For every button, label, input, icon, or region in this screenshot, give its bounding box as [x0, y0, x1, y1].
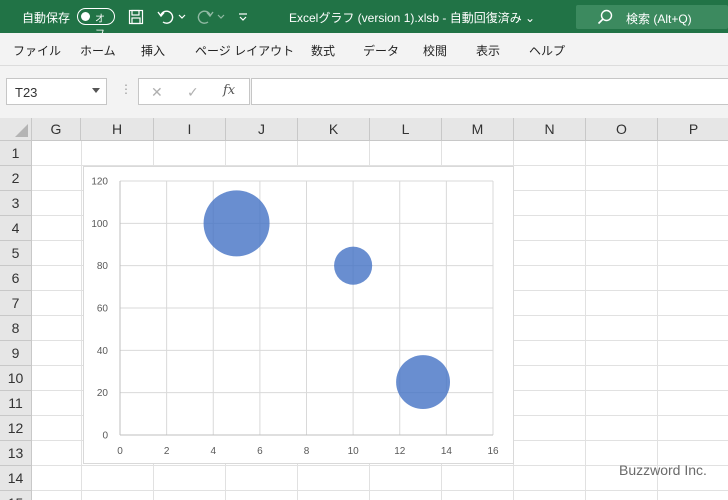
- row-header-9[interactable]: 9: [0, 341, 32, 366]
- tab-insert[interactable]: 挿入: [141, 42, 165, 59]
- select-all-button[interactable]: [0, 118, 32, 141]
- y-tick-label: 60: [97, 304, 109, 315]
- x-tick-label: 8: [304, 446, 310, 457]
- y-tick-label: 120: [91, 177, 108, 188]
- redo-button[interactable]: [194, 7, 216, 27]
- row-header-12[interactable]: 12: [0, 416, 32, 441]
- name-box-value: T23: [15, 85, 38, 100]
- autosave-toggle[interactable]: オフ: [77, 8, 115, 40]
- y-tick-label: 100: [91, 219, 108, 230]
- column-gridline: [657, 141, 658, 500]
- undo-button[interactable]: [155, 7, 177, 27]
- column-header-o[interactable]: O: [586, 118, 658, 141]
- x-tick-label: 14: [441, 446, 453, 457]
- search-icon: [597, 9, 613, 25]
- y-tick-label: 20: [97, 388, 109, 399]
- column-header-g[interactable]: G: [32, 118, 81, 141]
- row-header-13[interactable]: 13: [0, 441, 32, 466]
- column-header-i[interactable]: I: [154, 118, 226, 141]
- resize-handle-icon[interactable]: ⋮: [120, 82, 132, 96]
- row-header-2[interactable]: 2: [0, 166, 32, 191]
- toggle-knob: [81, 12, 90, 21]
- undo-icon: [157, 10, 174, 24]
- save-button[interactable]: [126, 7, 146, 27]
- row-header-7[interactable]: 7: [0, 291, 32, 316]
- bubble-chart-plot: 0 2 4 6 8 10 12 14 16 0 20 40 60 80 100 120: [91, 177, 499, 458]
- redo-icon: [197, 10, 214, 24]
- chevron-down-icon[interactable]: [92, 88, 100, 93]
- name-box[interactable]: T23: [6, 78, 107, 105]
- column-header-l[interactable]: L: [370, 118, 442, 141]
- tab-data[interactable]: データ: [363, 42, 399, 59]
- column-header-m[interactable]: M: [442, 118, 514, 141]
- row-header-8[interactable]: 8: [0, 316, 32, 341]
- column-header-h[interactable]: H: [81, 118, 154, 141]
- row-header-5[interactable]: 5: [0, 241, 32, 266]
- x-tick-label: 16: [487, 446, 499, 457]
- document-title[interactable]: Excelグラフ (version 1).xlsb - 自動回復済み ⌄: [289, 9, 535, 26]
- x-tick-label: 6: [257, 446, 263, 457]
- row-header-6[interactable]: 6: [0, 266, 32, 291]
- x-tick-label: 12: [394, 446, 406, 457]
- cancel-icon[interactable]: ✕: [151, 84, 163, 101]
- bubble-chart[interactable]: 0 2 4 6 8 10 12 14 16 0 20 40 60 80 100 120: [83, 166, 514, 464]
- x-tick-label: 2: [164, 446, 170, 457]
- redo-dropdown[interactable]: [216, 7, 226, 27]
- column-header-j[interactable]: J: [226, 118, 298, 141]
- row-header-3[interactable]: 3: [0, 191, 32, 216]
- watermark: Buzzword Inc.: [619, 462, 707, 478]
- column-header-k[interactable]: K: [298, 118, 370, 141]
- tab-home[interactable]: ホーム: [80, 42, 116, 59]
- search-box[interactable]: 検索 (Alt+Q): [576, 5, 728, 29]
- row-gridline: [32, 490, 728, 491]
- chevron-down-icon: [217, 14, 225, 19]
- row-header-11[interactable]: 11: [0, 391, 32, 416]
- row-header-4[interactable]: 4: [0, 216, 32, 241]
- chevron-down-icon: [178, 14, 186, 19]
- x-tick-label: 4: [210, 446, 216, 457]
- tab-page-layout[interactable]: ページ レイアウト: [195, 42, 294, 59]
- formula-input[interactable]: [251, 78, 728, 105]
- autosave-label: 自動保存: [22, 11, 71, 25]
- insert-function-icon[interactable]: fx: [223, 83, 235, 98]
- customize-quick-access-button[interactable]: [236, 7, 250, 27]
- ribbon-menu: ファイル ホーム 挿入 ページ レイアウト 数式 データ 校閲 表示 ヘルプ: [0, 33, 728, 66]
- tab-help[interactable]: ヘルプ: [529, 42, 565, 59]
- y-tick-label: 40: [97, 346, 109, 357]
- column-gridline: [81, 141, 82, 500]
- enter-icon[interactable]: ✓: [187, 84, 199, 101]
- column-header-n[interactable]: N: [514, 118, 586, 141]
- save-icon: [128, 9, 144, 25]
- formula-buttons: ✕ ✓ fx: [138, 78, 250, 105]
- column-gridline: [585, 141, 586, 500]
- tab-view[interactable]: 表示: [476, 42, 500, 59]
- select-all-icon: [15, 124, 28, 137]
- title-bar: 自動保存 オフ Excelグラフ (version 1).xlsb: [0, 0, 728, 40]
- tab-file[interactable]: ファイル: [13, 42, 61, 59]
- row-header-10[interactable]: 10: [0, 366, 32, 391]
- x-tick-label: 0: [117, 446, 123, 457]
- row-header-14[interactable]: 14: [0, 466, 32, 491]
- row-header-1[interactable]: 1: [0, 141, 32, 166]
- x-tick-label: 10: [348, 446, 360, 457]
- y-tick-label: 0: [102, 431, 108, 442]
- y-tick-label: 80: [97, 261, 109, 272]
- search-placeholder: 検索 (Alt+Q): [626, 12, 692, 26]
- tab-review[interactable]: 校閲: [423, 42, 447, 59]
- column-header-p[interactable]: P: [658, 118, 728, 141]
- bubble: [203, 190, 270, 257]
- bubble: [334, 246, 373, 285]
- bubble: [396, 355, 451, 410]
- row-header-15[interactable]: 15: [0, 491, 32, 500]
- undo-dropdown[interactable]: [177, 7, 187, 27]
- tab-formulas[interactable]: 数式: [311, 42, 335, 59]
- formula-bar: T23 ⋮ ✕ ✓ fx: [0, 66, 728, 118]
- customize-icon: [239, 13, 247, 21]
